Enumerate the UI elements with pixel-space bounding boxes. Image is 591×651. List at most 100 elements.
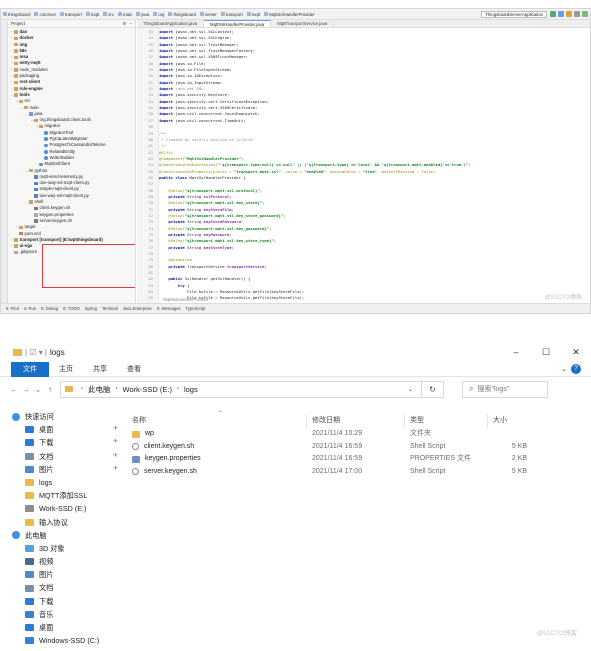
breadcrumb-item[interactable]: transport (219, 12, 245, 17)
tool-window-button[interactable]: TypeScript (186, 306, 206, 311)
run-configuration-select[interactable]: ThingsboardServerApplication (481, 10, 547, 18)
breadcrumb-item[interactable]: MqttSslHandlerProvider (262, 12, 316, 17)
nav-item[interactable]: 下载 ✈ (0, 436, 128, 449)
code-token: import (159, 79, 176, 85)
nav-item[interactable]: 图片 (0, 568, 128, 581)
expand-ribbon-icon[interactable]: ⌄ (561, 365, 567, 373)
address-bar[interactable]: › 此电脑 › Work-SSD (E:) › logs ⌄ (60, 380, 422, 398)
up-button[interactable]: ↑ (44, 385, 56, 394)
file-row[interactable]: wp 2021/11/4 10:29 文件夹 (128, 428, 591, 441)
breadcrumb-item[interactable]: org (151, 12, 166, 17)
forward-button[interactable]: → (20, 385, 32, 394)
tab-file[interactable]: 文件 (11, 361, 49, 377)
nav-item[interactable]: 文档 ✈ (0, 450, 128, 463)
folder-file-icon (39, 124, 43, 129)
nav-item[interactable]: 视频 (0, 555, 128, 568)
breadcrumb-item[interactable]: transport (58, 12, 84, 17)
column-date[interactable]: 修改日期 (312, 415, 340, 425)
tool-window-button[interactable]: 4: Run (24, 306, 36, 311)
column-name[interactable]: 名称 (132, 415, 146, 425)
tool-window-button[interactable]: 6: TODO (63, 306, 80, 311)
tool-window-button[interactable]: Terminal (102, 306, 118, 311)
breadcrumb-item[interactable]: main (116, 12, 134, 17)
editor-tab[interactable]: ThingsboardApplication.java (137, 20, 204, 27)
tab-home[interactable]: 主页 (49, 364, 83, 374)
file-row[interactable]: keygen.properties 2021/11/4 16:59 PROPERTI… (128, 453, 591, 466)
code-token: java.util.concurrent.CountDownLatch; (175, 111, 260, 117)
tab-view[interactable]: 查看 (117, 364, 151, 374)
editor-tab[interactable]: MqttSslHandlerProvider.java (203, 20, 272, 27)
git-icon[interactable] (582, 11, 588, 17)
nav-item[interactable]: 此电脑 (0, 529, 128, 542)
recent-locations-icon[interactable]: ⌄ (32, 385, 44, 394)
nav-item[interactable]: 音乐 (0, 608, 128, 621)
nav-item[interactable]: MQTT添加SSL (0, 489, 128, 502)
file-name-cell: keygen.properties (132, 453, 201, 466)
breadcrumb-pc[interactable]: 此电脑 (88, 384, 111, 395)
tool-window-button[interactable]: 5: Debug (41, 306, 58, 311)
code-area[interactable]: 43 import javax.net.ssl.SSLContext; 44 impo… (148, 29, 590, 302)
nav-item[interactable]: 文档 (0, 581, 128, 594)
nav-item[interactable]: 快速访问 (0, 410, 128, 423)
breadcrumb-item[interactable]: thingsboard (166, 12, 197, 17)
code-token: ) (241, 155, 244, 161)
breadcrumb-folder[interactable]: logs (184, 385, 198, 394)
refresh-button[interactable]: ↻ (422, 380, 444, 398)
code-editor[interactable]: ThingsboardApplication.java MqttSslHandle… (137, 20, 590, 304)
back-button[interactable]: ← (8, 385, 20, 394)
build-icon[interactable] (566, 11, 572, 17)
nav-item[interactable]: 桌面 (0, 621, 128, 634)
editor-tab[interactable]: MqttTransportService.java (271, 20, 335, 27)
nav-item[interactable]: logs (0, 476, 128, 489)
minimize-button[interactable]: – (501, 347, 531, 357)
nav-item[interactable]: 3D 对象 (0, 542, 128, 555)
breadcrumb-item[interactable]: mqtt (245, 12, 262, 17)
run-icon[interactable] (550, 11, 556, 17)
code-token: import (159, 98, 176, 104)
close-button[interactable]: ✕ (561, 347, 591, 358)
file-row[interactable]: client.keygen.sh 2021/11/4 16:59 Shell Scr… (128, 441, 591, 454)
folder-file-icon (14, 93, 18, 97)
nav-item[interactable]: Work-SSD (E:) (0, 502, 128, 515)
code-token: import (159, 117, 176, 123)
debug-icon[interactable] (558, 11, 564, 17)
column-type[interactable]: 类型 (410, 415, 424, 425)
nav-item[interactable]: 输入协议 (0, 516, 128, 529)
breadcrumb-item[interactable]: java (134, 12, 151, 17)
breadcrumb-item[interactable]: mqtt (84, 12, 101, 17)
nav-item-icon (25, 439, 34, 447)
file-name: wp (145, 430, 154, 437)
code-token: @Value( (159, 212, 185, 218)
code-token: MqttSslHandlerProvider { (189, 174, 246, 180)
nav-item[interactable]: 下载 (0, 595, 128, 608)
breadcrumb-item[interactable]: common (32, 12, 57, 17)
tool-window-button[interactable]: 0: Messages (157, 306, 181, 311)
tool-window-button[interactable]: Java Enterprise (123, 306, 152, 311)
nav-item[interactable]: 图片 ✈ (0, 463, 128, 476)
address-dropdown-icon[interactable]: ⌄ (408, 386, 413, 393)
project-label[interactable]: Project (11, 21, 25, 26)
file-row[interactable]: server.keygen.sh 2021/11/4 17:00 Shell Scr… (128, 466, 591, 479)
tool-window-button[interactable]: 6: Find (6, 306, 19, 311)
hide-icon[interactable]: – (129, 21, 132, 26)
breadcrumb-label: thingsboard (8, 11, 31, 17)
search-input[interactable]: ⌕ 搜索"logs" (462, 380, 548, 398)
maximize-button[interactable]: ☐ (531, 347, 561, 358)
tab-share[interactable]: 共享 (83, 364, 117, 374)
tool-window-button[interactable]: Spring (85, 306, 97, 311)
code-token: private (159, 219, 188, 225)
nav-item-icon (12, 412, 20, 421)
breadcrumb-item[interactable]: src (101, 12, 116, 17)
breadcrumb-item[interactable]: thingsboard (1, 12, 32, 17)
nav-item[interactable]: Windows-SSD (C:) (0, 634, 128, 647)
settings-icon[interactable] (574, 11, 580, 17)
folder-icon (59, 12, 64, 17)
gear-icon[interactable]: ⚙ (122, 21, 126, 27)
breadcrumb-drive[interactable]: Work-SSD (E:) (123, 385, 172, 394)
quick-access-toolbar[interactable]: | ☑ ▾ | (25, 348, 47, 357)
breadcrumb-item[interactable]: server (198, 12, 219, 17)
nav-item[interactable]: 桌面 ✈ (0, 423, 128, 436)
column-size[interactable]: 大小 (493, 415, 507, 425)
column-header: ⌃ 名称 修改日期 类型 大小 (128, 410, 591, 428)
help-icon[interactable]: ? (571, 364, 581, 374)
